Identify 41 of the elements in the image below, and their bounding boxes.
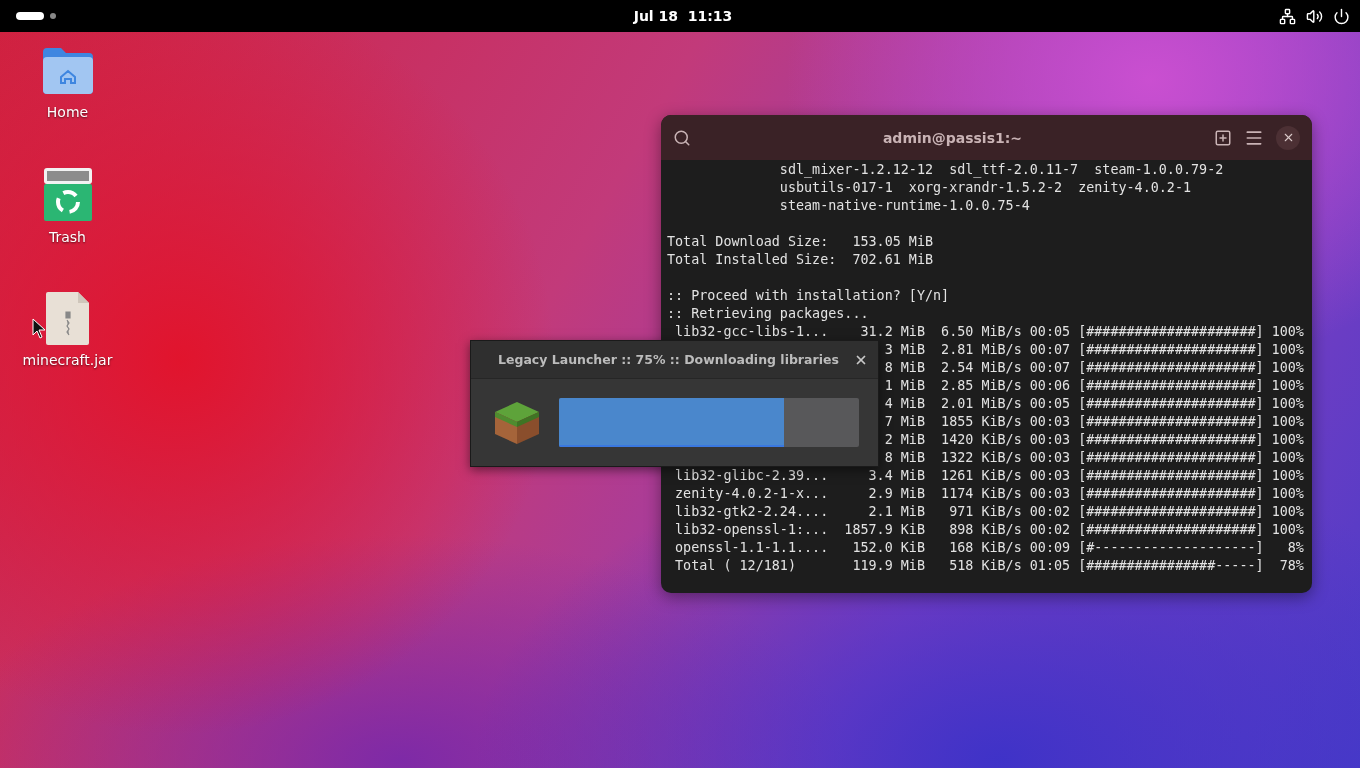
plus-square-icon	[1214, 128, 1232, 147]
terminal-line: sdl_mixer-1.2.12-12 sdl_ttf-2.0.11-7 steam-1.0.0.79-2	[778, 161, 1224, 179]
terminal-line: steam-native-runtime-1.0.0.75-4	[778, 197, 1030, 215]
desktop-icon-label[interactable]: Trash	[49, 229, 86, 245]
power-icon[interactable]	[1333, 7, 1350, 25]
terminal-line: :: Retrieving packages...	[667, 305, 869, 323]
terminal-line: :: Proceed with installation? [Y/n]	[667, 287, 950, 305]
search-button[interactable]	[673, 128, 691, 147]
mouse-pointer-icon	[32, 318, 46, 339]
desktop-icon-label[interactable]: Home	[46, 104, 89, 120]
terminal-line: zenity-4.0.2-1-x... 2.9 MiB 1174 KiB/s 00:03 [#####################] 100%	[674, 485, 1304, 503]
terminal-line: 4 MiB 2.01 MiB/s 00:05 [#####################] 100%	[884, 395, 1304, 413]
terminal-line: 3 MiB 2.81 MiB/s 00:07 [#####################] 100%	[884, 341, 1304, 359]
terminal-line: Total Download Size: 153.05 MiB	[667, 233, 934, 251]
archive-file-icon	[44, 290, 91, 346]
workspace-indicator-icon[interactable]	[16, 12, 44, 20]
terminal-line: lib32-gtk2-2.24.... 2.1 MiB 971 KiB/s 00:02 [#####################] 100%	[674, 503, 1304, 521]
terminal-line: 7 MiB 1855 KiB/s 00:03 [#####################] 100%	[884, 413, 1304, 431]
window-title: admin@passis1:~	[881, 129, 1024, 146]
volume-icon[interactable]	[1306, 7, 1323, 25]
network-icon[interactable]	[1279, 7, 1296, 25]
terminal-line: lib32-gcc-libs-1... 31.2 MiB 6.50 MiB/s 00:05 [#####################] 100%	[674, 323, 1304, 341]
terminal-line: lib32-glibc-2.39... 3.4 MiB 1261 KiB/s 00:03 [#####################] 100%	[674, 467, 1304, 485]
terminal-line: Total Installed Size: 702.61 MiB	[667, 251, 934, 269]
close-button[interactable]	[1276, 125, 1300, 150]
search-icon	[673, 128, 691, 147]
new-tab-button[interactable]	[1214, 128, 1232, 147]
clock[interactable]: Jul 18 11:13	[633, 8, 733, 24]
trash-icon	[42, 167, 93, 223]
desktop-icon-label[interactable]: minecraft.jar	[22, 352, 113, 368]
grass-block-icon	[493, 399, 541, 446]
terminal-line: 8 MiB 1322 KiB/s 00:03 [#####################] 100%	[884, 449, 1304, 467]
terminal-line: usbutils-017-1 xorg-xrandr-1.5.2-2 zenity-4.0.2-1	[778, 179, 1192, 197]
terminal-line: 2 MiB 1420 KiB/s 00:03 [#####################] 100%	[884, 431, 1304, 449]
workspace-dot-icon[interactable]	[50, 13, 56, 19]
terminal-line: lib32-openssl-1:... 1857.9 KiB 898 KiB/s 00:02 [#####################] 100%	[674, 521, 1304, 539]
window-title: Legacy Launcher :: 75% :: Downloading libraries	[498, 352, 840, 367]
terminal-line: Total ( 12/181) 119.9 MiB 518 KiB/s 01:05 [################-----] 78%	[674, 557, 1304, 575]
terminal-line: 8 MiB 2.54 MiB/s 00:07 [#####################] 100%	[884, 359, 1304, 377]
terminal-line: 1 MiB 2.85 MiB/s 00:06 [#####################] 100%	[884, 377, 1304, 395]
terminal-line: openssl-1.1-1.1.... 152.0 KiB 168 KiB/s 00:09 [#--------------------] 8%	[674, 539, 1304, 557]
